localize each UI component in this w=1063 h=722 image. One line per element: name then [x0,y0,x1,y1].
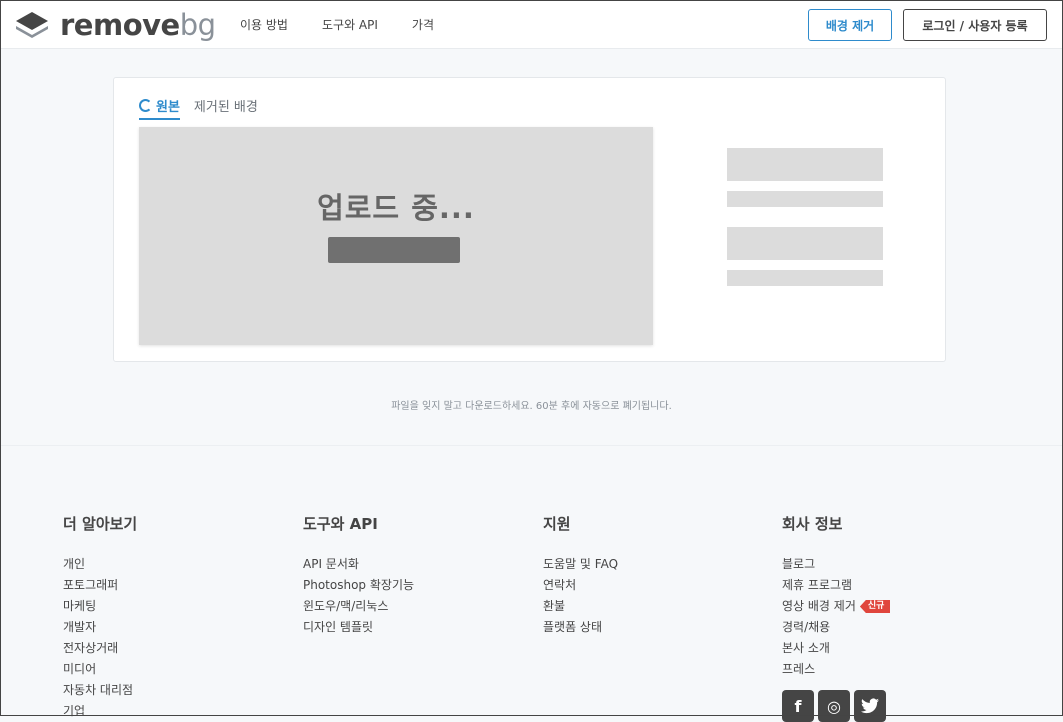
nav-how-to-use[interactable]: 이용 방법 [240,16,288,33]
footer-link[interactable]: API 문서화 [303,554,414,575]
footer-column-title: 지원 [543,515,571,533]
footer-column-title: 도구와 API [303,515,378,533]
logo-word-bg: bg [179,8,216,42]
footer-link[interactable]: 환불 [543,596,618,617]
image-preview-area: 업로드 중... [139,127,653,345]
uploading-status: 업로드 중... [317,191,475,225]
logo-layers-icon [16,12,48,38]
footer-link[interactable]: 도움말 및 FAQ [543,554,618,575]
remove-background-button[interactable]: 배경 제거 [808,9,892,41]
footer-link[interactable]: 마케팅 [63,596,137,617]
facebook-glyph: f [794,696,802,716]
logo[interactable]: removebg [14,10,216,40]
skeleton-line [727,270,883,286]
upload-progress-bar [328,237,460,263]
nav-tools-api[interactable]: 도구와 API [322,16,378,33]
footer-link[interactable]: 블로그 [782,554,890,575]
facebook-icon[interactable]: f [782,690,814,722]
footer-link[interactable]: 디자인 템플릿 [303,617,414,638]
top-header: removebg 이용 방법 도구와 API 가격 배경 제거 로그인 / 사용… [0,0,1063,49]
footer-column-company: 회사 정보 블로그 제휴 프로그램 영상 배경 제거 신규 경력/채용 본사 소… [782,513,891,680]
footer-link[interactable]: 개발자 [63,617,137,638]
footer-link[interactable]: 본사 소개 [782,638,890,659]
tab-original-label: 원본 [156,100,180,115]
preview-tabs: 원본 제거된 배경 [139,96,258,120]
footer-column-title: 더 알아보기 [63,515,138,533]
new-badge: 신규 [859,600,891,613]
footer-link[interactable]: 자동차 대리점 [63,680,137,701]
upload-progress-fill [328,237,460,263]
footer-link[interactable]: 개인 [63,554,137,575]
footer-link[interactable]: 경력/채용 [782,617,890,638]
footer-link-video-bg[interactable]: 영상 배경 제거 신규 [782,596,891,617]
footer-link-label: 영상 배경 제거 [782,599,856,613]
logo-text: removebg [60,10,216,40]
footer-column-title: 회사 정보 [782,515,843,533]
instagram-icon[interactable]: ◎ [818,690,850,722]
auto-delete-notice: 파일을 잊지 말고 다운로드하세요. 60분 후에 자동으로 폐기됩니다. [391,401,672,412]
loading-spinner-icon [139,99,152,112]
footer-link[interactable]: 미디어 [63,659,137,680]
footer-link[interactable]: 플랫폼 상태 [543,617,618,638]
twitter-icon[interactable]: 🐦 [854,690,886,722]
login-signup-button[interactable]: 로그인 / 사용자 등록 [903,9,1047,41]
footer-column-tools-api: 도구와 API API 문서화 Photoshop 확장기능 윈도우/맥/리눅스… [303,513,414,638]
footer-link[interactable]: 전자상거래 [63,638,137,659]
instagram-glyph: ◎ [827,696,841,716]
skeleton-block [727,227,883,260]
footer-link[interactable]: 연락처 [543,575,618,596]
social-links: f ◎ 🐦 [782,690,886,722]
main-nav: 이용 방법 도구와 API 가격 [240,0,434,49]
footer-link[interactable]: 포토그래퍼 [63,575,137,596]
twitter-bird-icon [861,698,879,714]
tab-removed-background[interactable]: 제거된 배경 [194,96,258,120]
footer-column-support: 지원 도움말 및 FAQ 연락처 환불 플랫폼 상태 [543,513,618,638]
upload-card: 원본 제거된 배경 업로드 중... [113,77,946,362]
footer: 더 알아보기 개인 포토그래퍼 마케팅 개발자 전자상거래 미디어 자동차 대리… [0,445,1063,722]
footer-link[interactable]: 윈도우/맥/리눅스 [303,596,414,617]
tab-original[interactable]: 원본 [139,96,180,120]
footer-column-learn-more: 더 알아보기 개인 포토그래퍼 마케팅 개발자 전자상거래 미디어 자동차 대리… [63,513,137,722]
footer-link[interactable]: Photoshop 확장기능 [303,575,414,596]
skeleton-block [727,148,883,181]
footer-link[interactable]: 제휴 프로그램 [782,575,890,596]
nav-pricing[interactable]: 가격 [412,16,434,33]
footer-link[interactable]: 기업 [63,701,137,722]
logo-word-remove: remove [60,8,180,42]
footer-link[interactable]: 프레스 [782,659,890,680]
skeleton-line [727,191,883,207]
